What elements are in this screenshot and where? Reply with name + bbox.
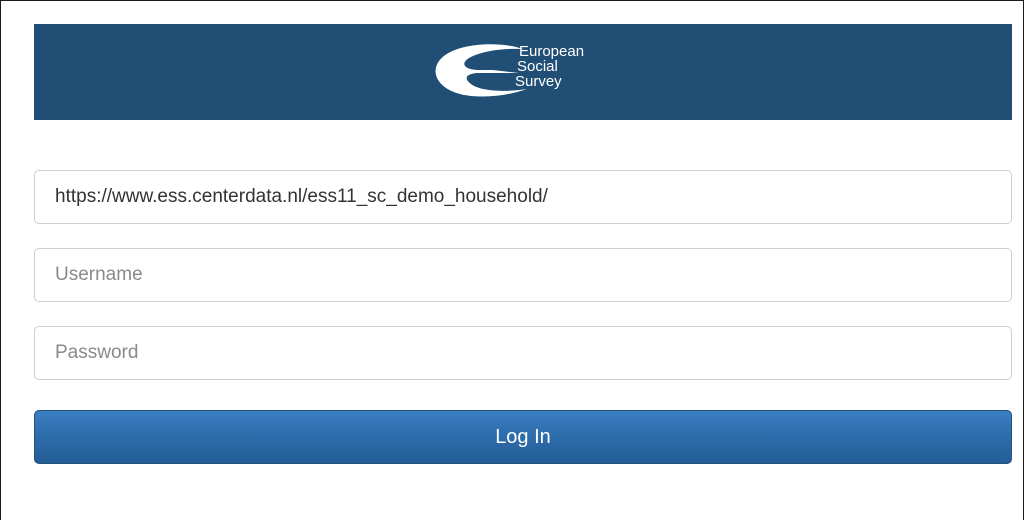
- logo-line-european: European: [519, 43, 585, 60]
- survey-url-input[interactable]: [34, 170, 1012, 224]
- login-button[interactable]: Log In: [34, 410, 1012, 464]
- header-banner: European Social Survey: [34, 24, 1012, 120]
- logo-wordmark: European Social Survey: [515, 44, 584, 89]
- logo-line-survey: Survey: [515, 73, 562, 90]
- username-input[interactable]: [34, 248, 1012, 302]
- password-input[interactable]: [34, 326, 1012, 380]
- ess-logo: European Social Survey: [431, 40, 631, 104]
- logo-line-social: Social: [517, 58, 558, 75]
